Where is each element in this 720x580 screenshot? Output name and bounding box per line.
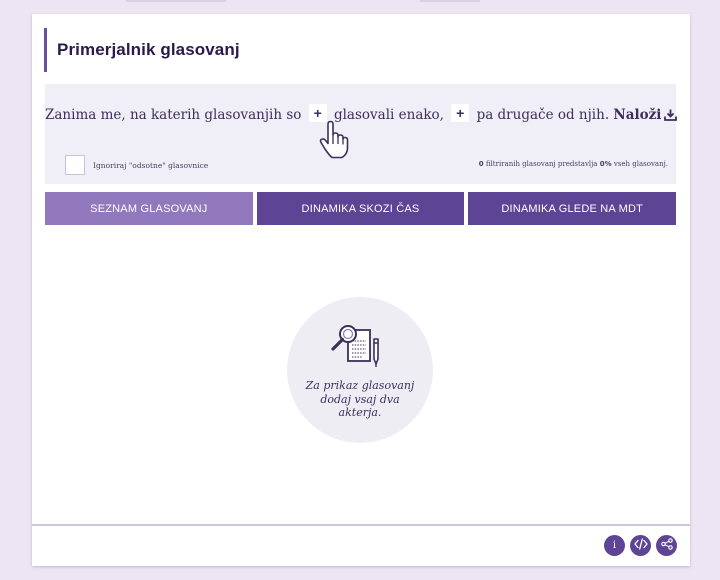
ignore-absent-option[interactable]: Ignoriraj "odsotne" glasovnice	[65, 155, 208, 175]
empty-state: Za prikaz glasovanj dodaj vsaj dva akter…	[287, 297, 433, 443]
top-strip-segment	[126, 0, 226, 2]
filter-panel: Zanima me, na katerih glasovanjih so + g…	[45, 84, 678, 184]
footer-divider	[32, 524, 690, 526]
query-sentence: Zanima me, na katerih glasovanjih so + g…	[45, 104, 678, 125]
footer-actions: i	[604, 535, 677, 556]
ignore-absent-label: Ignoriraj "odsotne" glasovnice	[93, 160, 209, 170]
share-button[interactable]	[656, 535, 677, 556]
add-different-vote-actor-button[interactable]: +	[451, 104, 470, 122]
document-search-icon	[328, 323, 390, 369]
stats-text-a: filtriranih glasovanj predstavlja	[483, 160, 600, 168]
info-button[interactable]: i	[604, 535, 625, 556]
ignore-absent-checkbox[interactable]	[65, 155, 85, 175]
load-label: Naloži	[613, 107, 662, 123]
filtered-percent: 0%	[599, 160, 612, 168]
filter-stats: 0 filtriranih glasovanj predstavlja 0% v…	[479, 160, 668, 168]
embed-button[interactable]	[630, 535, 651, 556]
info-icon: i	[612, 540, 617, 551]
view-tabs: SEZNAM GLASOVANJ DINAMIKA SKOZI ČAS DINA…	[45, 192, 677, 225]
pointer-hand-icon	[317, 120, 351, 160]
query-prefix: Zanima me, na katerih glasovanjih so	[45, 107, 302, 123]
title-bar: Primerjalnik glasovanj	[44, 28, 240, 72]
top-strip-segment	[420, 0, 480, 2]
tab-dynamics-over-time[interactable]: DINAMIKA SKOZI ČAS	[256, 192, 465, 225]
download-icon	[664, 109, 678, 125]
top-strip	[0, 0, 720, 4]
empty-state-text: Za prikaz glasovanj dodaj vsaj dva akter…	[305, 379, 415, 419]
query-suffix: pa drugače od njih.	[476, 107, 610, 123]
tab-vote-list[interactable]: SEZNAM GLASOVANJ	[45, 192, 253, 225]
comparator-card: Primerjalnik glasovanj Zanima me, na kat…	[32, 14, 690, 566]
share-icon	[660, 538, 673, 553]
stats-text-b: vseh glasovanj.	[611, 160, 668, 168]
tab-dynamics-by-mdt[interactable]: DINAMIKA GLEDE NA MDT	[468, 192, 677, 225]
load-button[interactable]: Naloži	[613, 107, 678, 125]
page-title: Primerjalnik glasovanj	[57, 40, 240, 59]
code-icon	[633, 538, 648, 553]
